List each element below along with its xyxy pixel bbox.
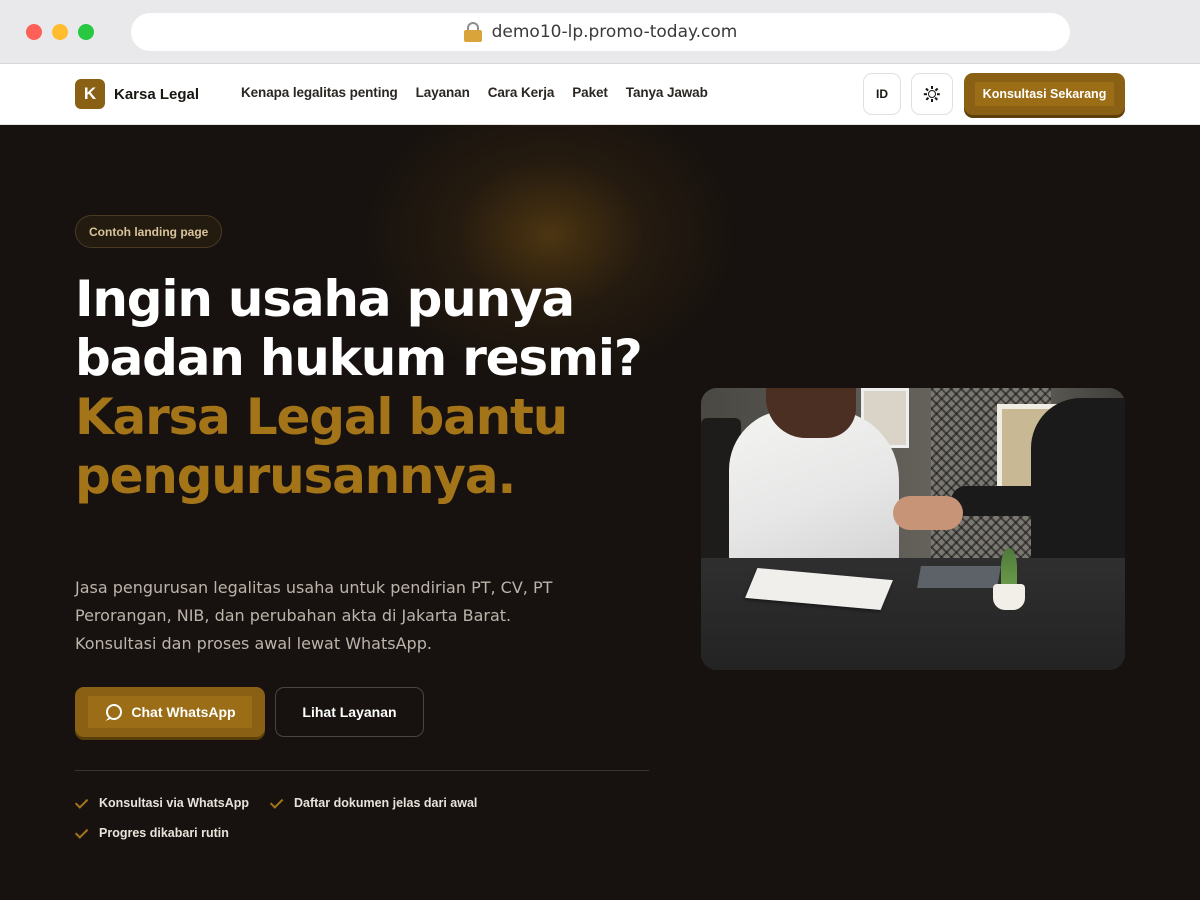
feature-label: Daftar dokumen jelas dari awal bbox=[294, 796, 478, 810]
consult-now-label: Konsultasi Sekarang bbox=[974, 82, 1115, 106]
hero-badge: Contoh landing page bbox=[75, 215, 223, 248]
chat-whatsapp-label: Chat WhatsApp bbox=[131, 704, 236, 720]
feature-item: Daftar dokumen jelas dari awal bbox=[269, 794, 478, 810]
nav-link-how-it-works[interactable]: Cara Kerja bbox=[488, 85, 555, 100]
theme-toggle-button[interactable] bbox=[911, 73, 953, 115]
logo-mark[interactable]: K bbox=[75, 79, 105, 109]
nav-link-why-legal[interactable]: Kenapa legalitas penting bbox=[241, 85, 398, 100]
minimize-window-button[interactable] bbox=[52, 24, 68, 40]
feature-label: Konsultasi via WhatsApp bbox=[99, 796, 250, 810]
address-bar[interactable]: demo10-lp.promo-today.com bbox=[131, 13, 1070, 51]
headline-accent: Karsa Legal bantu pengurusannya. bbox=[75, 388, 568, 505]
feature-item: Progres dikabari rutin bbox=[74, 824, 229, 840]
view-services-label: Lihat Layanan bbox=[302, 704, 397, 720]
chat-whatsapp-inner: Chat WhatsApp bbox=[88, 696, 252, 728]
hero-section: Contoh landing page Ingin usaha punya ba… bbox=[0, 125, 1200, 900]
lock-icon bbox=[463, 22, 482, 42]
browser-chrome: demo10-lp.promo-today.com bbox=[0, 0, 1200, 64]
url-text: demo10-lp.promo-today.com bbox=[491, 22, 738, 42]
language-button[interactable]: ID bbox=[863, 73, 901, 115]
main-nav: Kenapa legalitas penting Layanan Cara Ke… bbox=[241, 85, 708, 100]
site-header: K Karsa Legal Kenapa legalitas penting L… bbox=[0, 64, 1200, 125]
whatsapp-icon bbox=[106, 704, 123, 720]
nav-link-faq[interactable]: Tanya Jawab bbox=[626, 85, 708, 100]
headline-plain: Ingin usaha punya badan hukum resmi? bbox=[75, 270, 643, 387]
check-icon bbox=[74, 794, 89, 809]
nav-link-packages[interactable]: Paket bbox=[572, 85, 608, 100]
maximize-window-button[interactable] bbox=[78, 24, 94, 40]
consult-now-button[interactable]: Konsultasi Sekarang bbox=[964, 73, 1125, 115]
hero-headline: Ingin usaha punya badan hukum resmi? Kar… bbox=[75, 270, 655, 506]
nav-link-services[interactable]: Layanan bbox=[416, 85, 470, 100]
feature-label: Progres dikabari rutin bbox=[99, 826, 229, 840]
sun-icon bbox=[923, 86, 940, 102]
brand-name[interactable]: Karsa Legal bbox=[114, 86, 199, 103]
hero-divider bbox=[75, 770, 649, 771]
check-icon bbox=[74, 824, 89, 839]
chat-whatsapp-button[interactable]: Chat WhatsApp bbox=[75, 687, 265, 737]
view-services-button[interactable]: Lihat Layanan bbox=[275, 687, 424, 737]
hero-handshake-photo bbox=[701, 388, 1125, 670]
hero-description: Jasa pengurusan legalitas usaha untuk pe… bbox=[75, 578, 553, 653]
feature-item: Konsultasi via WhatsApp bbox=[74, 794, 250, 810]
close-window-button[interactable] bbox=[26, 24, 42, 40]
check-icon bbox=[269, 794, 284, 809]
